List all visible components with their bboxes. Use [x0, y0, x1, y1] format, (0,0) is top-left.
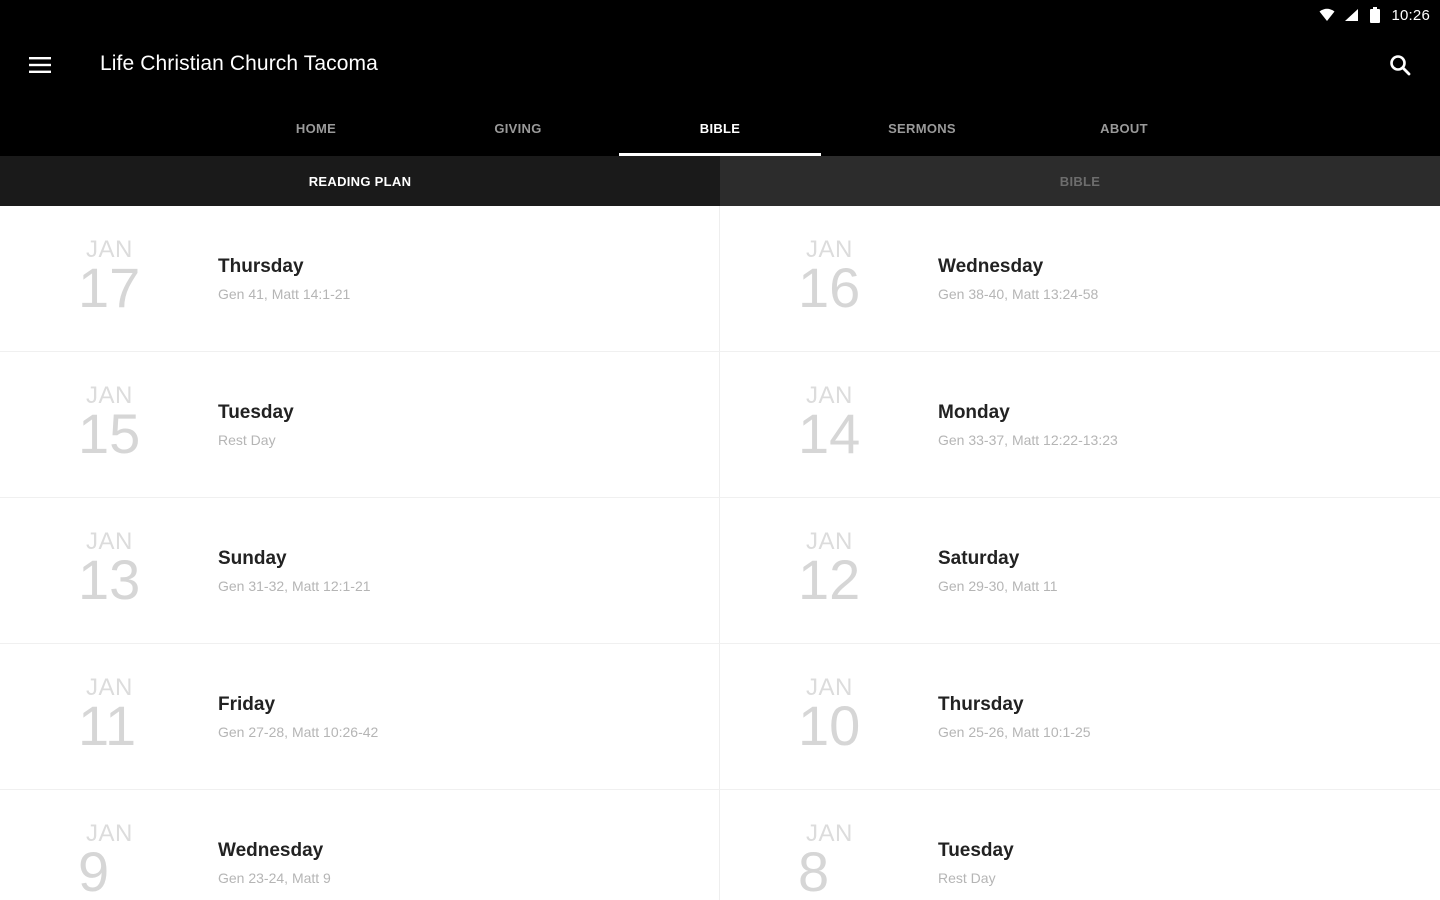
status-time: 10:26 [1391, 6, 1430, 24]
battery-icon [1367, 7, 1383, 23]
app-title: Life Christian Church Tacoma [100, 52, 378, 75]
date-day: 11 [78, 694, 137, 757]
search-icon[interactable] [1378, 43, 1422, 87]
list-item[interactable]: JAN 11 Friday Gen 27-28, Matt 10:26-42 [0, 644, 720, 790]
date-day: 13 [78, 548, 141, 611]
tab-bible[interactable]: BIBLE [619, 100, 821, 156]
date-day: 9 [78, 840, 110, 900]
weekday: Thursday [218, 256, 304, 277]
reading-passage: Gen 41, Matt 14:1-21 [218, 286, 351, 302]
list-item[interactable]: JAN 15 Tuesday Rest Day [0, 352, 720, 498]
date-day: 10 [798, 694, 861, 757]
hamburger-menu-icon[interactable] [18, 43, 62, 87]
tab-giving[interactable]: GIVING [417, 100, 619, 156]
reading-passage: Gen 25-26, Matt 10:1-25 [938, 724, 1091, 740]
app-bar: Life Christian Church Tacoma [0, 30, 1440, 100]
reading-passage: Gen 38-40, Matt 13:24-58 [938, 286, 1099, 302]
tab-sermons[interactable]: SERMONS [821, 100, 1023, 156]
wifi-icon [1319, 7, 1335, 23]
date-day: 14 [798, 402, 861, 465]
date-day: 16 [798, 256, 861, 319]
tab-about[interactable]: ABOUT [1023, 100, 1225, 156]
weekday: Sunday [218, 548, 287, 569]
reading-passage: Gen 33-37, Matt 12:22-13:23 [938, 432, 1118, 448]
list-item[interactable]: JAN 16 Wednesday Gen 38-40, Matt 13:24-5… [720, 206, 1440, 352]
sub-tabs: READING PLAN BIBLE [0, 156, 1440, 206]
reading-passage: Gen 27-28, Matt 10:26-42 [218, 724, 379, 740]
weekday: Wednesday [938, 256, 1044, 277]
weekday: Monday [938, 402, 1010, 423]
date-day: 8 [798, 840, 830, 900]
cellular-signal-icon [1343, 7, 1359, 23]
weekday: Friday [218, 694, 276, 715]
weekday: Tuesday [938, 840, 1014, 861]
status-bar: 10:26 [0, 0, 1440, 30]
list-item[interactable]: JAN 17 Thursday Gen 41, Matt 14:1-21 [0, 206, 720, 352]
date-day: 15 [78, 402, 141, 465]
weekday: Thursday [938, 694, 1024, 715]
tab-home[interactable]: HOME [215, 100, 417, 156]
list-item[interactable]: JAN 12 Saturday Gen 29-30, Matt 11 [720, 498, 1440, 644]
reading-plan-list: JAN 17 Thursday Gen 41, Matt 14:1-21 JAN… [0, 206, 1440, 900]
list-item[interactable]: JAN 9 Wednesday Gen 23-24, Matt 9 [0, 790, 720, 900]
weekday: Saturday [938, 548, 1020, 569]
list-item[interactable]: JAN 10 Thursday Gen 25-26, Matt 10:1-25 [720, 644, 1440, 790]
list-item[interactable]: JAN 14 Monday Gen 33-37, Matt 12:22-13:2… [720, 352, 1440, 498]
main-tabs: HOME GIVING BIBLE SERMONS ABOUT [0, 100, 1440, 156]
reading-passage: Rest Day [938, 870, 996, 886]
weekday: Wednesday [218, 840, 324, 861]
subtab-reading-plan[interactable]: READING PLAN [0, 156, 720, 206]
date-day: 12 [798, 548, 861, 611]
weekday: Tuesday [218, 402, 294, 423]
subtab-bible[interactable]: BIBLE [720, 156, 1440, 206]
reading-passage: Gen 29-30, Matt 11 [938, 578, 1058, 594]
list-item[interactable]: JAN 13 Sunday Gen 31-32, Matt 12:1-21 [0, 498, 720, 644]
reading-passage: Gen 31-32, Matt 12:1-21 [218, 578, 371, 594]
date-day: 17 [78, 256, 141, 319]
reading-passage: Rest Day [218, 432, 276, 448]
list-item[interactable]: JAN 8 Tuesday Rest Day [720, 790, 1440, 900]
reading-passage: Gen 23-24, Matt 9 [218, 870, 331, 886]
